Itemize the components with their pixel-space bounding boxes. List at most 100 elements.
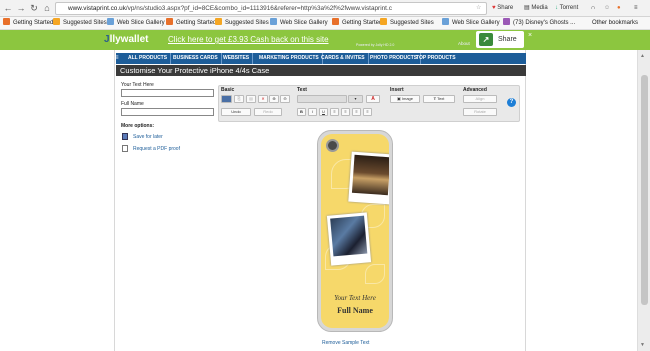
bookmark-label: Suggested Sites [225,20,269,26]
nav-item[interactable]: ALL PRODUCTS [118,53,172,64]
bookmark-item[interactable]: Getting Started [3,18,53,29]
font-family-select[interactable] [297,95,347,103]
site-nav: ALL PRODUCTS BUSINESS CARDS WEBSITES MARKET… [115,53,526,64]
headphones-icon[interactable]: ∩ [591,3,595,14]
bookmark-label: Web Slice Gallery [452,20,500,26]
phone-case-design[interactable]: Your Text Here Full Name [321,134,389,328]
user-icon[interactable]: ☺ [604,3,610,14]
your-text-input[interactable] [121,89,214,97]
jollywallet-logo[interactable]: Jllywallet [104,33,148,47]
nav-item[interactable]: MARKETING PRODUCTS [256,53,323,64]
bookmark-icon [332,18,339,25]
align-left-icon[interactable]: ≡ [330,108,339,116]
bookmark-label: Getting Started [342,20,383,26]
text-button-label: Text [437,96,445,101]
bookmark-item[interactable]: Suggested Sites [53,18,107,29]
paste-icon[interactable]: ▤ [246,95,256,103]
full-name-input[interactable] [121,108,214,116]
download-icon: ↓ [555,5,558,11]
forward-icon[interactable]: → [16,3,26,13]
underline-button[interactable]: U [319,108,328,116]
text-color-icon[interactable]: A [366,95,380,103]
help-icon[interactable]: ? [507,98,516,107]
scroll-up-icon[interactable]: ▲ [640,53,645,59]
full-name-label: Full Name [121,101,144,107]
photo-frame-1[interactable] [348,151,389,205]
bookmark-item[interactable]: Web Slice Gallery [442,18,500,29]
bookmark-icon [3,18,10,25]
bookmark-label: (73) Disney's Ghosts ... [513,20,576,26]
nav-item[interactable]: BUSINESS CARDS [170,53,222,64]
bookmark-label: Web Slice Gallery [117,20,165,26]
save-for-later-link[interactable]: Save for later [133,134,163,140]
reload-icon[interactable]: ↻ [29,3,39,13]
insert-image-button[interactable]: ▣ Image [390,95,420,103]
cashback-link[interactable]: Click here to get £3.93 Cash back on thi… [168,35,329,45]
back-icon[interactable]: ← [3,3,13,13]
delete-icon[interactable]: ✕ [258,95,268,103]
menu-icon[interactable]: ≡ [634,3,638,14]
bookmark-item[interactable]: Getting Started [166,18,216,29]
bookmark-icon [380,18,387,25]
other-bookmarks[interactable]: Other bookmarks [592,18,638,29]
insert-text-button[interactable]: T Text [423,95,455,103]
align-right-icon[interactable]: ≡ [352,108,361,116]
star-icon[interactable]: ☆ [476,3,481,14]
text-icon: T [433,96,437,101]
fire-icon[interactable]: ● [617,3,621,14]
bookmark-label: Suggested Sites [63,20,107,26]
undo-button[interactable]: Undo [221,108,251,116]
font-size-select[interactable]: ▾ [348,95,363,103]
image-icon: ▣ [396,96,401,101]
bookmark-item[interactable]: Web Slice Gallery [107,18,165,29]
bold-button[interactable]: B [297,108,306,116]
home-icon[interactable]: ⌂ [42,3,52,13]
scroll-thumb[interactable] [641,75,648,305]
about-link[interactable]: About [458,41,470,46]
jollywallet-share-button[interactable]: ↗ Share [476,31,524,48]
media-icon: ▤ [524,5,530,11]
share-extension[interactable]: ♥ Share [492,3,513,14]
bookmark-icon [107,18,114,25]
scrollbar[interactable]: ▲ ▼ [637,50,650,351]
nav-item[interactable]: CARDS & INVITES [318,53,369,64]
scroll-down-icon[interactable]: ▼ [640,342,645,348]
close-icon[interactable]: × [528,32,532,39]
torrent-extension[interactable]: ↓ Torrent [555,3,578,14]
bookmark-item[interactable]: Getting Started [332,18,382,29]
zoom-out-icon[interactable]: ⊖ [280,95,290,103]
address-bar[interactable]: www.vistaprint.co.uk/vp/ns/studio3.aspx?… [55,2,487,15]
your-text-label: Your Text Here [121,82,154,88]
case-full-name[interactable]: Full Name [321,306,389,315]
bookmark-item[interactable]: Suggested Sites [215,18,269,29]
align-center-icon[interactable]: ≡ [341,108,350,116]
bookmark-icon [442,18,449,25]
share-label: Share [497,5,514,11]
fill-color-icon[interactable] [221,95,232,103]
redo-label: Redo [263,109,273,114]
bookmark-label: Getting Started [176,20,217,26]
bookmark-item[interactable]: Suggested Sites [380,18,434,29]
redo-button[interactable]: Redo [254,108,282,116]
justify-icon[interactable]: ≡ [363,108,372,116]
menu-icon: ≡ [115,55,119,61]
bookmark-item[interactable]: (73) Disney's Ghosts ... [503,18,575,29]
insert-group-label: Insert [390,87,404,93]
bookmark-item[interactable]: Web Slice Gallery [270,18,328,29]
italic-button[interactable]: I [308,108,317,116]
align-button[interactable]: Align [463,95,497,103]
pdf-icon[interactable] [122,145,128,152]
case-your-text[interactable]: Your Text Here [321,294,389,302]
image-label: Image [401,96,414,101]
page-title: Customise Your Protective iPhone 4/4s Ca… [116,65,526,76]
remove-sample-text-link[interactable]: Remove Sample Text [322,340,369,346]
zoom-in-icon[interactable]: ⊕ [269,95,279,103]
photo-frame-2[interactable] [326,212,372,266]
nav-item[interactable]: WEBSITES [220,53,254,64]
nav-item[interactable]: TOP PRODUCTS [413,53,459,64]
rotate-button[interactable]: Rotate [463,108,497,116]
copy-icon[interactable]: ⎘ [234,95,244,103]
pdf-proof-link[interactable]: Request a PDF proof [133,146,180,152]
media-extension[interactable]: ▤ Media [524,3,548,14]
save-icon[interactable] [122,133,128,140]
